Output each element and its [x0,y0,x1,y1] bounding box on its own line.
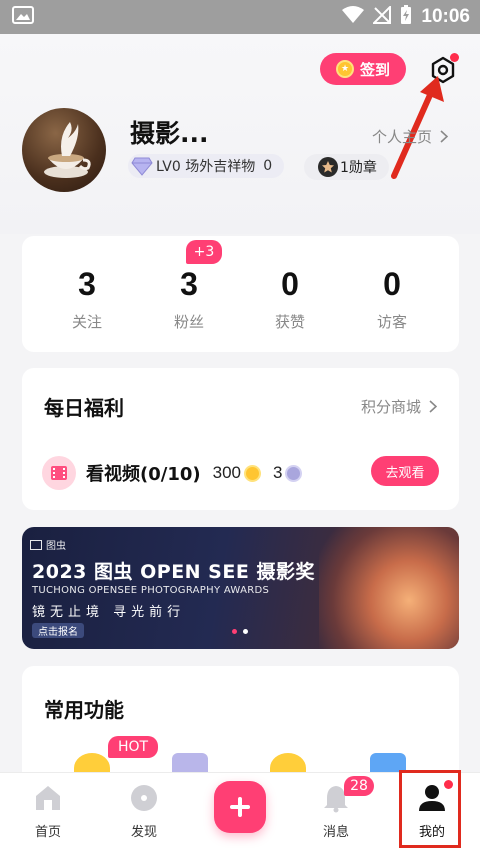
stat-label: 访客 [376,313,407,331]
video-task-label: 看视频(0/10) [86,464,201,485]
coin-icon [243,464,261,482]
stat-label: 关注 [71,313,102,331]
stat-label: 获赞 [274,313,305,331]
settings-notification-dot [450,53,459,62]
banner-artwork [319,527,459,649]
stats-card: 3 关注 3 粉丝 0 获赞 0 访客 [22,236,459,352]
stat-value: 3 [78,266,96,302]
functions-title: 常用功能 [44,698,124,722]
medal-label: 1勋章 [340,160,377,176]
stat-label: 粉丝 [173,313,204,331]
chevron-right-icon [440,130,449,143]
wifi-icon [342,6,365,28]
diamond-icon [131,157,153,176]
battery-charging-icon [400,5,412,29]
new-followers-badge: +3 [186,240,222,264]
points-mall-link[interactable]: 积分商城 [361,396,437,417]
nav-home-label: 首页 [34,825,61,840]
stat-value: 0 [281,266,299,302]
plus-icon [230,797,250,817]
clock-time: 10:06 [421,6,470,27]
banner-brand-label: 图虫 [46,541,66,552]
status-bar: 10:06 [0,0,480,34]
stat-value: 0 [383,266,401,302]
stat-following[interactable]: 3 关注 [42,266,132,332]
photography-awards-banner[interactable]: 图虫 2023 图虫 OPEN SEE 摄影奖 TUCHONG OPENSEE … [22,527,459,649]
film-icon [42,456,76,490]
stat-visitors[interactable]: 0 访客 [347,266,437,332]
stat-likes[interactable]: 0 获赞 [245,266,335,332]
medal-pill[interactable]: 1勋章 [304,154,389,180]
medal-star-icon [318,157,338,177]
nav-messages-label: 消息 [322,825,349,840]
banner-subtitle: TUCHONG OPENSEE PHOTOGRAPHY AWARDS [32,585,270,596]
coin-reward-value: 300 [212,463,241,482]
home-icon [36,786,60,810]
discover-compass-icon [131,785,157,811]
watch-video-button[interactable]: 去观看 [371,456,439,486]
level-count: 0 [263,158,273,174]
banner-slogan: 镜无止境 寻光前行 [32,605,186,620]
brand-logo-icon [30,539,42,550]
nav-discover[interactable]: 发现 [109,779,179,840]
coffee-cup-photo [44,122,91,178]
point-reward-value: 3 [272,463,283,482]
carousel-dot-active[interactable] [232,629,237,634]
stat-value: 3 [180,266,198,302]
video-task-row: 看视频(0/10) 300 3 去观看 [42,456,439,490]
messages-count-badge: 28 [344,776,374,796]
create-post-button[interactable] [214,781,266,833]
coin-star-icon: ★ [335,60,354,78]
avatar[interactable] [22,108,106,192]
hot-badge: HOT [108,736,158,758]
nav-home[interactable]: 首页 [13,779,83,840]
daily-welfare-card: 每日福利 积分商城 看视频(0/10) 300 3 去观看 [22,368,459,510]
nav-discover-label: 发现 [130,825,157,840]
profile-link[interactable]: 个人主页 [372,126,449,147]
carousel-dot[interactable] [243,629,248,634]
annotation-highlight-box [399,770,461,848]
points-icon [285,464,303,482]
banner-brand: 图虫 [30,537,66,552]
gallery-icon [12,6,34,28]
level-pill[interactable]: LV0 场外吉祥物 0 [128,154,285,178]
banner-title: 2023 图虫 OPEN SEE 摄影奖 [32,561,315,583]
points-mall-label: 积分商城 [360,398,421,416]
profile-link-label: 个人主页 [372,128,433,146]
no-signal-icon [371,4,392,28]
chevron-right-icon [429,400,437,413]
username: 摄影... [130,119,209,148]
banner-signup-button[interactable]: 点击报名 [32,623,84,638]
stat-followers[interactable]: 3 粉丝 [144,266,234,332]
level-label: LV0 场外吉祥物 [156,159,256,175]
welfare-title: 每日福利 [44,396,124,420]
